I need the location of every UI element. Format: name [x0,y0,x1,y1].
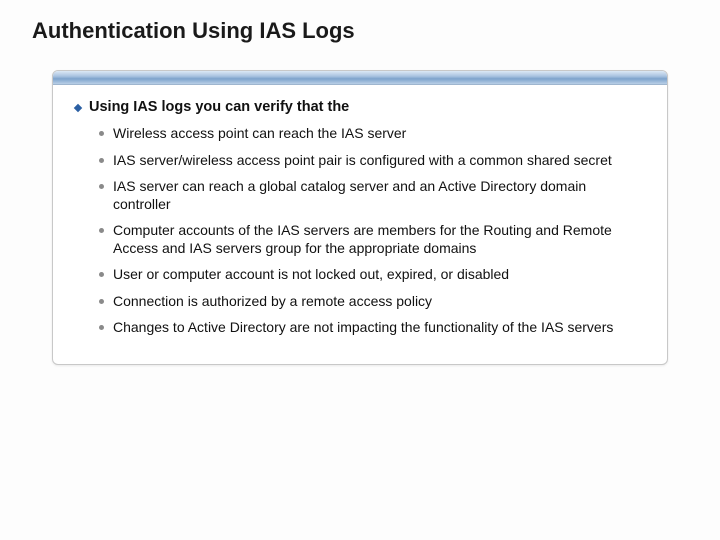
list-item-text: User or computer account is not locked o… [113,266,509,282]
bullet-list: Wireless access point can reach the IAS … [75,125,645,337]
list-item: Connection is authorized by a remote acc… [99,293,645,311]
dot-bullet-icon [99,228,104,233]
list-item-text: Connection is authorized by a remote acc… [113,293,432,309]
dot-bullet-icon [99,299,104,304]
list-item-text: Wireless access point can reach the IAS … [113,125,406,141]
slide: Authentication Using IAS Logs Using IAS … [0,0,720,540]
list-item: IAS server can reach a global catalog se… [99,178,645,213]
list-item-text: Computer accounts of the IAS servers are… [113,222,612,256]
list-item: Wireless access point can reach the IAS … [99,125,645,143]
list-item-text: IAS server can reach a global catalog se… [113,178,586,212]
dot-bullet-icon [99,325,104,330]
list-item: Computer accounts of the IAS servers are… [99,222,645,257]
page-title: Authentication Using IAS Logs [32,18,696,44]
dot-bullet-icon [99,272,104,277]
list-item: Changes to Active Directory are not impa… [99,319,645,337]
panel-body: Using IAS logs you can verify that the W… [53,85,667,364]
dot-bullet-icon [99,184,104,189]
lead-line: Using IAS logs you can verify that the [75,99,645,115]
content-panel: Using IAS logs you can verify that the W… [52,70,668,365]
list-item: User or computer account is not locked o… [99,266,645,284]
dot-bullet-icon [99,131,104,136]
panel-header-bar [53,71,667,85]
dot-bullet-icon [99,158,104,163]
list-item-text: Changes to Active Directory are not impa… [113,319,613,335]
lead-text: Using IAS logs you can verify that the [89,99,349,115]
diamond-bullet-icon [74,104,82,112]
list-item: IAS server/wireless access point pair is… [99,152,645,170]
list-item-text: IAS server/wireless access point pair is… [113,152,612,168]
